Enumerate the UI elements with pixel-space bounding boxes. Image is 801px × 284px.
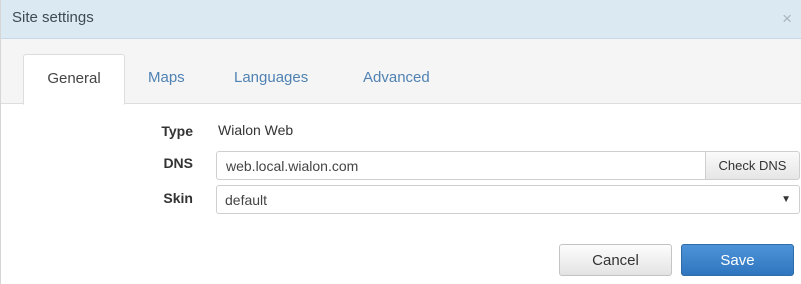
dropdown-arrow-icon: ▼ (781, 194, 791, 205)
close-icon[interactable]: × (782, 10, 792, 27)
site-settings-dialog: Site settings × General Maps Languages A… (0, 0, 801, 284)
type-value: Wialon Web (218, 122, 294, 138)
skin-label: Skin (163, 190, 193, 206)
dialog-titlebar: Site settings × (1, 0, 801, 39)
check-dns-button[interactable]: Check DNS (705, 151, 800, 180)
tab-advanced[interactable]: Advanced (363, 54, 430, 104)
skin-selected-value: default (225, 192, 268, 208)
dns-input[interactable] (216, 151, 705, 180)
save-button[interactable]: Save (681, 244, 794, 276)
dialog-title: Site settings (12, 9, 94, 26)
tab-bar: General Maps Languages Advanced (1, 39, 801, 105)
tab-maps[interactable]: Maps (148, 54, 185, 104)
dns-label: DNS (163, 155, 193, 171)
skin-select[interactable]: default ▼ (216, 185, 800, 214)
cancel-button[interactable]: Cancel (559, 244, 672, 276)
tab-general[interactable]: General (23, 54, 125, 105)
type-label: Type (161, 123, 193, 139)
tab-languages[interactable]: Languages (234, 54, 308, 104)
